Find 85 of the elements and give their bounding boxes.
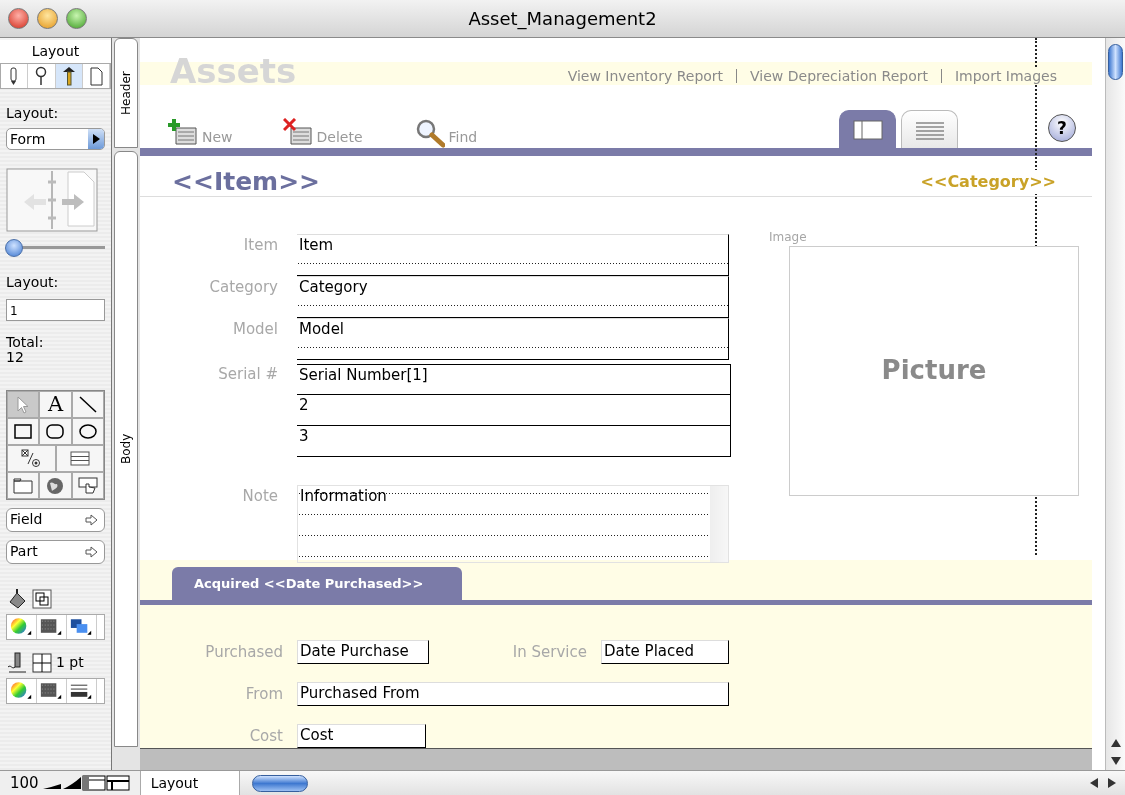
field[interactable]: Category [297, 275, 729, 318]
text-tool[interactable]: A [39, 390, 72, 418]
checkbox-radio-icon [21, 448, 42, 468]
line-icon [77, 394, 98, 414]
zoom-button[interactable] [66, 8, 87, 29]
scroll-left-icon[interactable] [1089, 778, 1099, 788]
zoom-in-icon[interactable] [61, 776, 82, 790]
field-label: Purchased [204, 641, 283, 663]
note-field[interactable]: Information [297, 484, 729, 563]
layout-menu[interactable]: Form [6, 128, 105, 150]
total-count: 12 [6, 350, 25, 366]
scroll-thumb[interactable] [1108, 44, 1123, 80]
palette-title: Layout [0, 40, 111, 63]
field-label: In Service [511, 641, 587, 663]
total-label: Total: [6, 335, 45, 351]
field-label: Cost [248, 725, 283, 747]
tool-button[interactable] [71, 390, 104, 418]
list-view-icon [914, 119, 945, 140]
view-tab[interactable] [901, 110, 958, 148]
field-label: Item [242, 234, 278, 256]
scroll-right-icon[interactable] [1107, 778, 1117, 788]
close-button[interactable] [8, 8, 29, 29]
panel-icon[interactable] [81, 775, 106, 791]
window-title: Asset_Management2 [468, 7, 657, 32]
mode-label[interactable]: Layout [139, 771, 240, 795]
section-tab[interactable]: Acquired <<Date Purchased>> [172, 567, 462, 600]
form-view-icon [852, 119, 883, 140]
scroll-thumb[interactable] [251, 774, 308, 792]
part-button[interactable]: Part [6, 539, 105, 564]
field[interactable]: 2 [297, 394, 731, 426]
field[interactable]: Date Purchase [297, 640, 429, 664]
hand-button-icon [77, 475, 98, 495]
field-label: Serial # [217, 363, 278, 385]
layout-number-label: Layout: [6, 273, 60, 292]
horizontal-scrollbar[interactable] [239, 771, 1125, 795]
minimize-button[interactable] [37, 8, 58, 29]
field[interactable]: Date Placed [601, 640, 729, 664]
arrow-icon [85, 513, 98, 526]
oval-icon [77, 421, 98, 441]
line-width-label: 1 pt [56, 655, 84, 671]
delete-record-icon [282, 118, 313, 148]
search-icon [414, 118, 445, 148]
category-title: <<Category>> [920, 169, 1056, 194]
help-button[interactable]: ? [1048, 114, 1076, 142]
portal-icon [69, 448, 90, 468]
slider[interactable] [6, 242, 105, 254]
field[interactable]: Serial Number[1] [297, 363, 731, 395]
field[interactable]: Item [297, 233, 729, 276]
field-label: Category [208, 276, 278, 298]
vertical-scrollbar[interactable] [1105, 38, 1125, 770]
rectangle-icon [13, 421, 34, 441]
part-label[interactable]: Body [114, 151, 138, 747]
field-label: Note [241, 485, 278, 507]
zoom-level: 100 [9, 772, 40, 794]
scroll-up-icon[interactable] [1110, 738, 1121, 748]
globe-icon [45, 475, 66, 495]
tool-button[interactable] [7, 444, 56, 472]
field-label: From [244, 683, 283, 705]
pen-icon [6, 651, 28, 674]
field[interactable]: Cost [297, 724, 426, 748]
caret-icon [92, 134, 100, 144]
arrow-icon [85, 545, 98, 558]
new-record-icon [168, 118, 198, 148]
record-title: <<Item>> [172, 168, 321, 196]
image-label: Image [769, 228, 808, 246]
page-icon [87, 66, 104, 86]
field-label: Model [231, 318, 278, 340]
tab-control-icon [13, 475, 34, 495]
rounded-rectangle-icon [45, 421, 66, 441]
view-tab[interactable] [839, 110, 896, 148]
tool-button[interactable] [39, 417, 72, 445]
mode-tab[interactable] [55, 64, 83, 88]
slider-thumb[interactable] [4, 239, 23, 257]
field-button[interactable]: Field [6, 507, 105, 532]
scroll-down-icon[interactable] [1110, 756, 1121, 766]
layers-icon [32, 588, 52, 609]
tool-button[interactable] [7, 417, 40, 445]
window-icon[interactable] [105, 775, 130, 791]
field[interactable]: 3 [297, 425, 731, 457]
field[interactable]: Model [297, 317, 729, 360]
field[interactable]: Purchased From [297, 682, 729, 706]
part-label[interactable]: Header [114, 38, 138, 148]
layout-label: Layout: [6, 104, 60, 123]
layout-number-field[interactable]: 1 [6, 299, 105, 321]
grid-icon [32, 652, 52, 673]
